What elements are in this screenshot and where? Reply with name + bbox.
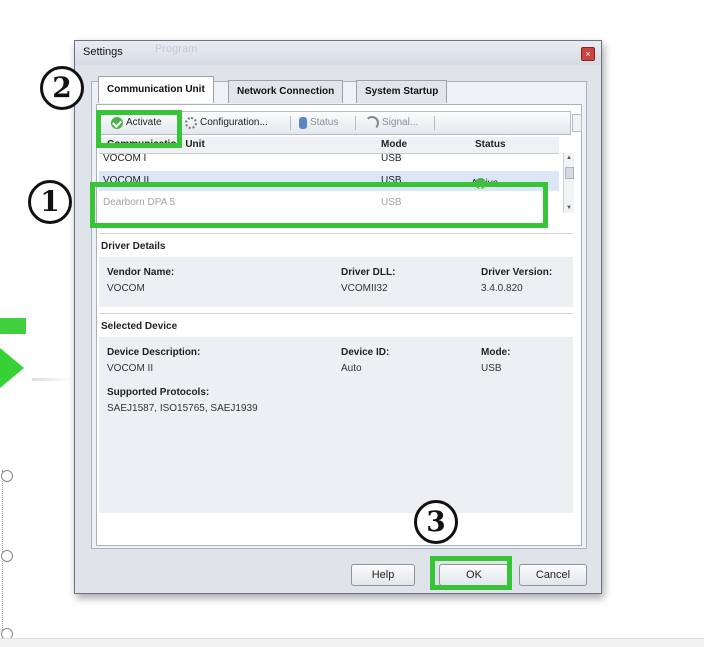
background-green-bar xyxy=(0,318,26,334)
cancel-button[interactable]: Cancel xyxy=(519,564,587,586)
signal-button[interactable]: Signal... xyxy=(362,114,421,131)
signal-icon xyxy=(365,115,379,130)
device-id-label: Device ID: xyxy=(341,347,390,358)
status-icon xyxy=(299,116,307,129)
tab-network-connection[interactable]: Network Connection xyxy=(228,80,344,103)
table-row[interactable]: VOCOM I USB xyxy=(99,151,559,171)
settings-content: Communication Unit Network Connection Sy… xyxy=(91,76,587,549)
status-button[interactable]: Status xyxy=(296,114,341,131)
driver-details-box: Vendor Name: VOCOM Driver DLL: VCOMII32 … xyxy=(99,257,573,307)
driver-dll-label: Driver DLL: xyxy=(341,267,396,278)
divider xyxy=(99,233,573,234)
background-line xyxy=(32,378,72,381)
status-label: Status xyxy=(310,117,339,128)
dialog-title: Settings xyxy=(83,46,123,58)
communication-unit-panel: Activate Configuration... Status Signal.… xyxy=(96,104,582,546)
table-scrollbar[interactable]: ▲ ▼ xyxy=(563,153,574,213)
highlight-selected-unit-row xyxy=(90,182,548,228)
vendor-name-value: VOCOM xyxy=(107,283,145,294)
selected-device-box: Device Description: VOCOM II Device ID: … xyxy=(99,337,573,513)
scroll-up-icon[interactable]: ▲ xyxy=(566,155,572,161)
highlight-activate-button xyxy=(96,110,182,148)
device-description-label: Device Description: xyxy=(107,347,201,358)
highlight-ok-button xyxy=(430,556,512,590)
tab-communication-unit[interactable]: Communication Unit xyxy=(98,76,214,103)
toolbar-separator xyxy=(355,116,356,130)
configuration-label: Configuration... xyxy=(200,117,268,128)
close-button[interactable]: × xyxy=(581,47,595,61)
column-header-mode[interactable]: Mode xyxy=(381,139,407,150)
background-arrow-icon xyxy=(0,348,24,388)
toolbar-separator xyxy=(290,116,291,130)
step-1-badge: 1 xyxy=(28,180,72,224)
selected-device-heading: Selected Device xyxy=(101,321,178,332)
driver-version-label: Driver Version: xyxy=(481,267,553,278)
signal-label: Signal... xyxy=(382,117,419,128)
driver-version-value: 3.4.0.820 xyxy=(481,283,523,294)
background-circle-icon xyxy=(1,470,13,482)
help-button[interactable]: Help xyxy=(351,564,415,586)
configuration-button[interactable]: Configuration... xyxy=(182,114,271,131)
title-bar[interactable]: Settings Program × xyxy=(75,41,601,65)
column-header-status[interactable]: Status xyxy=(475,139,506,150)
scrollbar-thumb[interactable] xyxy=(565,167,574,179)
background-dotted-line xyxy=(1,470,13,640)
supported-protocols-label: Supported Protocols: xyxy=(107,387,210,398)
background-circle-icon xyxy=(1,550,13,562)
unit-name: VOCOM I xyxy=(103,153,147,164)
tab-system-startup[interactable]: System Startup xyxy=(356,80,448,103)
step-3-badge: 3 xyxy=(414,500,458,544)
background-window-title: Program xyxy=(155,43,198,55)
driver-dll-value: VCOMII32 xyxy=(341,283,388,294)
gear-icon xyxy=(185,116,197,129)
driver-details-heading: Driver Details xyxy=(101,241,166,252)
mode-value: USB xyxy=(481,363,502,374)
mode-label: Mode: xyxy=(481,347,511,358)
scroll-down-icon[interactable]: ▼ xyxy=(566,205,572,211)
unit-mode: USB xyxy=(381,153,402,164)
supported-protocols-value: SAEJ1587, ISO15765, SAEJ1939 xyxy=(107,403,258,414)
step-2-badge: 2 xyxy=(40,66,84,110)
device-id-value: Auto xyxy=(341,363,362,374)
toolbar-separator xyxy=(434,116,435,130)
toolbar-overflow[interactable] xyxy=(572,114,582,132)
divider xyxy=(99,313,573,314)
device-description-value: VOCOM II xyxy=(107,363,154,374)
vendor-name-label: Vendor Name: xyxy=(107,267,175,278)
